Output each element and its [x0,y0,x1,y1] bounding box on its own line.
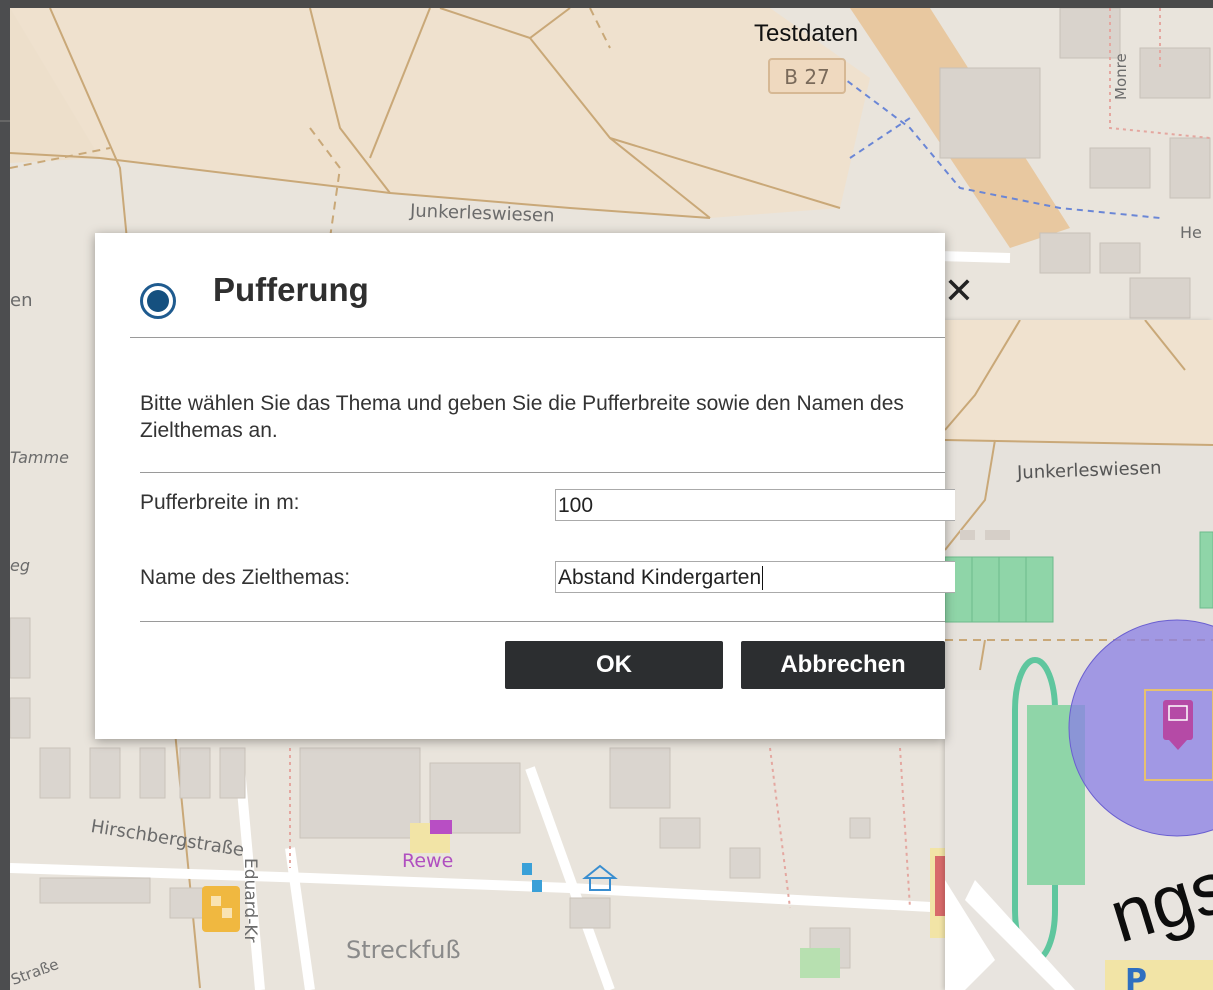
street-label-eg: eg [10,556,30,575]
buffer-width-input[interactable]: 100 [555,489,955,521]
text-caret [762,566,764,591]
target-name-input[interactable]: Abstand Kindergarten [555,561,955,593]
buffer-dialog: Pufferung ✕ Bitte wählen Sie das Thema u… [95,233,974,739]
title-divider [130,337,945,338]
layer-label: Testdaten [754,20,859,47]
dialog-description: Bitte wählen Sie das Thema und geben Sie… [140,392,904,442]
target-name-label: Name des Zielthemas: [140,566,351,589]
road-shield: B 27 [768,58,846,94]
buffer-width-label: Pufferbreite in m: [140,491,300,514]
window-top-edge [0,0,1213,8]
fields-divider [140,621,945,622]
left-panel-edge [0,0,10,990]
description-divider [140,472,945,473]
dialog-title: Pufferung [213,271,369,308]
radio-circle-icon [140,283,176,319]
street-label-eduard: Eduard-Kr [240,858,260,943]
place-label-streckfuss: Streckfuß [346,936,461,964]
street-label-en: en [10,290,33,311]
poi-label-rewe: Rewe [402,850,454,872]
cancel-button[interactable]: Abbrechen [741,641,945,689]
close-icon[interactable]: ✕ [939,271,979,311]
street-label-he: He [1180,223,1202,242]
target-name-value: Abstand Kindergarten [558,566,762,589]
street-label-tamme: Tamme [10,448,69,467]
svg-text:P: P [1125,963,1147,990]
street-label-monre: Monre [1112,53,1130,100]
ok-button[interactable]: OK [505,641,723,689]
buffer-width-value: 100 [558,494,594,517]
